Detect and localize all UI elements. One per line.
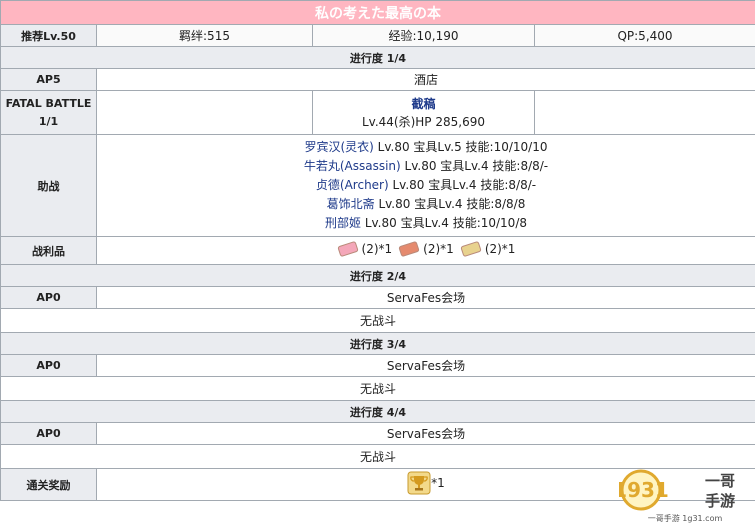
- stage-ap-1: AP5: [0, 68, 97, 91]
- quest-table: 私の考えた最高の本 推荐Lv.50 羁绊:515 经验:10,190 QP:5,…: [0, 0, 755, 501]
- loot-item[interactable]: (2)*1: [460, 241, 516, 257]
- support-servant-detail: Lv.80 宝具Lv.4 技能:8/8/8: [374, 197, 526, 211]
- bond-value: 羁绊:515: [96, 24, 313, 47]
- enemy-slot-empty-2: [534, 90, 755, 135]
- clear-reward-label: 通关奖励: [0, 468, 97, 501]
- loot-label: 战利品: [0, 236, 97, 265]
- clear-reward-count: *1: [431, 476, 445, 490]
- fatal-battle-label: FATAL BATTLE 1/1: [0, 90, 97, 135]
- quest-title: 私の考えた最高の本: [0, 0, 755, 25]
- stage-battle-4: 无战斗: [0, 444, 755, 469]
- support-servant: 罗宾汉(灵衣) Lv.80 宝具Lv.5 技能:10/10/10: [101, 138, 751, 157]
- support-servant: 刑部姬 Lv.80 宝具Lv.4 技能:10/10/8: [101, 214, 751, 233]
- stage-location-1: 酒店: [96, 68, 755, 91]
- red-ticket-icon: [399, 241, 420, 257]
- stage-ap-3: AP0: [0, 354, 97, 377]
- support-servant: 贞德(Archer) Lv.80 宝具Lv.4 技能:8/8/-: [101, 176, 751, 195]
- logo-line1: 一哥: [705, 472, 735, 490]
- enemy-stats: Lv.44(杀)HP 285,690: [361, 114, 485, 129]
- logo-line2: 手游: [705, 492, 735, 510]
- qp-value: QP:5,400: [534, 24, 755, 47]
- gold-ticket-icon: [460, 241, 481, 257]
- loot-item-count: (2)*1: [361, 242, 393, 256]
- stage-header-4: 进行度 4/4: [0, 400, 755, 423]
- enemy-name-link[interactable]: 截稿: [411, 97, 435, 111]
- support-servant-name-link[interactable]: 贞德(Archer): [316, 178, 389, 192]
- support-servant: 葛饰北斋 Lv.80 宝具Lv.4 技能:8/8/8: [101, 195, 751, 214]
- stage-header-2: 进行度 2/4: [0, 264, 755, 287]
- support-servant-detail: Lv.80 宝具Lv.5 技能:10/10/10: [373, 140, 548, 154]
- exp-value: 经验:10,190: [312, 24, 535, 47]
- stage-battle-2: 无战斗: [0, 308, 755, 333]
- support-servant-name-link[interactable]: 刑部姬: [325, 216, 361, 230]
- logo-brand: 1931: [619, 478, 669, 502]
- loot-list: (2)*1 (2)*1 (2)*1: [96, 236, 755, 265]
- support-servant-name-link[interactable]: 罗宾汉(灵衣): [304, 140, 373, 154]
- site-logo: 1931 一哥 手游 一哥手游 1g31.com: [619, 469, 735, 523]
- fatal-battle-title: FATAL BATTLE: [5, 96, 92, 110]
- stage-location-2: ServaFes会场: [96, 286, 755, 309]
- stage-ap-4: AP0: [0, 422, 97, 445]
- pink-ticket-icon: [337, 241, 358, 257]
- enemy-cell: 截稿 Lv.44(杀)HP 285,690: [312, 90, 535, 135]
- stage-location-4: ServaFes会场: [96, 422, 755, 445]
- clear-reward-item[interactable]: *1: [407, 471, 445, 495]
- stage-ap-2: AP0: [0, 286, 97, 309]
- support-label: 助战: [0, 134, 97, 237]
- logo-url: 一哥手游 1g31.com: [648, 513, 723, 523]
- stage-location-3: ServaFes会场: [96, 354, 755, 377]
- loot-item[interactable]: (2)*1: [398, 241, 454, 257]
- support-servant: 牛若丸(Assassin) Lv.80 宝具Lv.4 技能:8/8/-: [101, 157, 751, 176]
- fatal-battle-count: 1/1: [38, 114, 59, 128]
- loot-item-count: (2)*1: [484, 242, 516, 256]
- support-servant-name-link[interactable]: 葛饰北斋: [327, 197, 375, 211]
- loot-item-count: (2)*1: [423, 242, 454, 256]
- support-servant-detail: Lv.80 宝具Lv.4 技能:8/8/-: [388, 178, 537, 192]
- support-servant-detail: Lv.80 宝具Lv.4 技能:8/8/-: [400, 159, 549, 173]
- recommended-level: 推荐Lv.50: [0, 24, 97, 47]
- stage-battle-3: 无战斗: [0, 376, 755, 401]
- enemy-slot-empty-1: [96, 90, 313, 135]
- support-servant-name-link[interactable]: 牛若丸(Assassin): [304, 159, 401, 173]
- support-list: 罗宾汉(灵衣) Lv.80 宝具Lv.5 技能:10/10/10 牛若丸(Assa…: [96, 134, 755, 237]
- trophy-icon: [407, 471, 431, 495]
- stage-header-1: 进行度 1/4: [0, 46, 755, 69]
- loot-item[interactable]: (2)*1: [337, 241, 393, 257]
- support-servant-detail: Lv.80 宝具Lv.4 技能:10/10/8: [361, 216, 527, 230]
- stage-header-3: 进行度 3/4: [0, 332, 755, 355]
